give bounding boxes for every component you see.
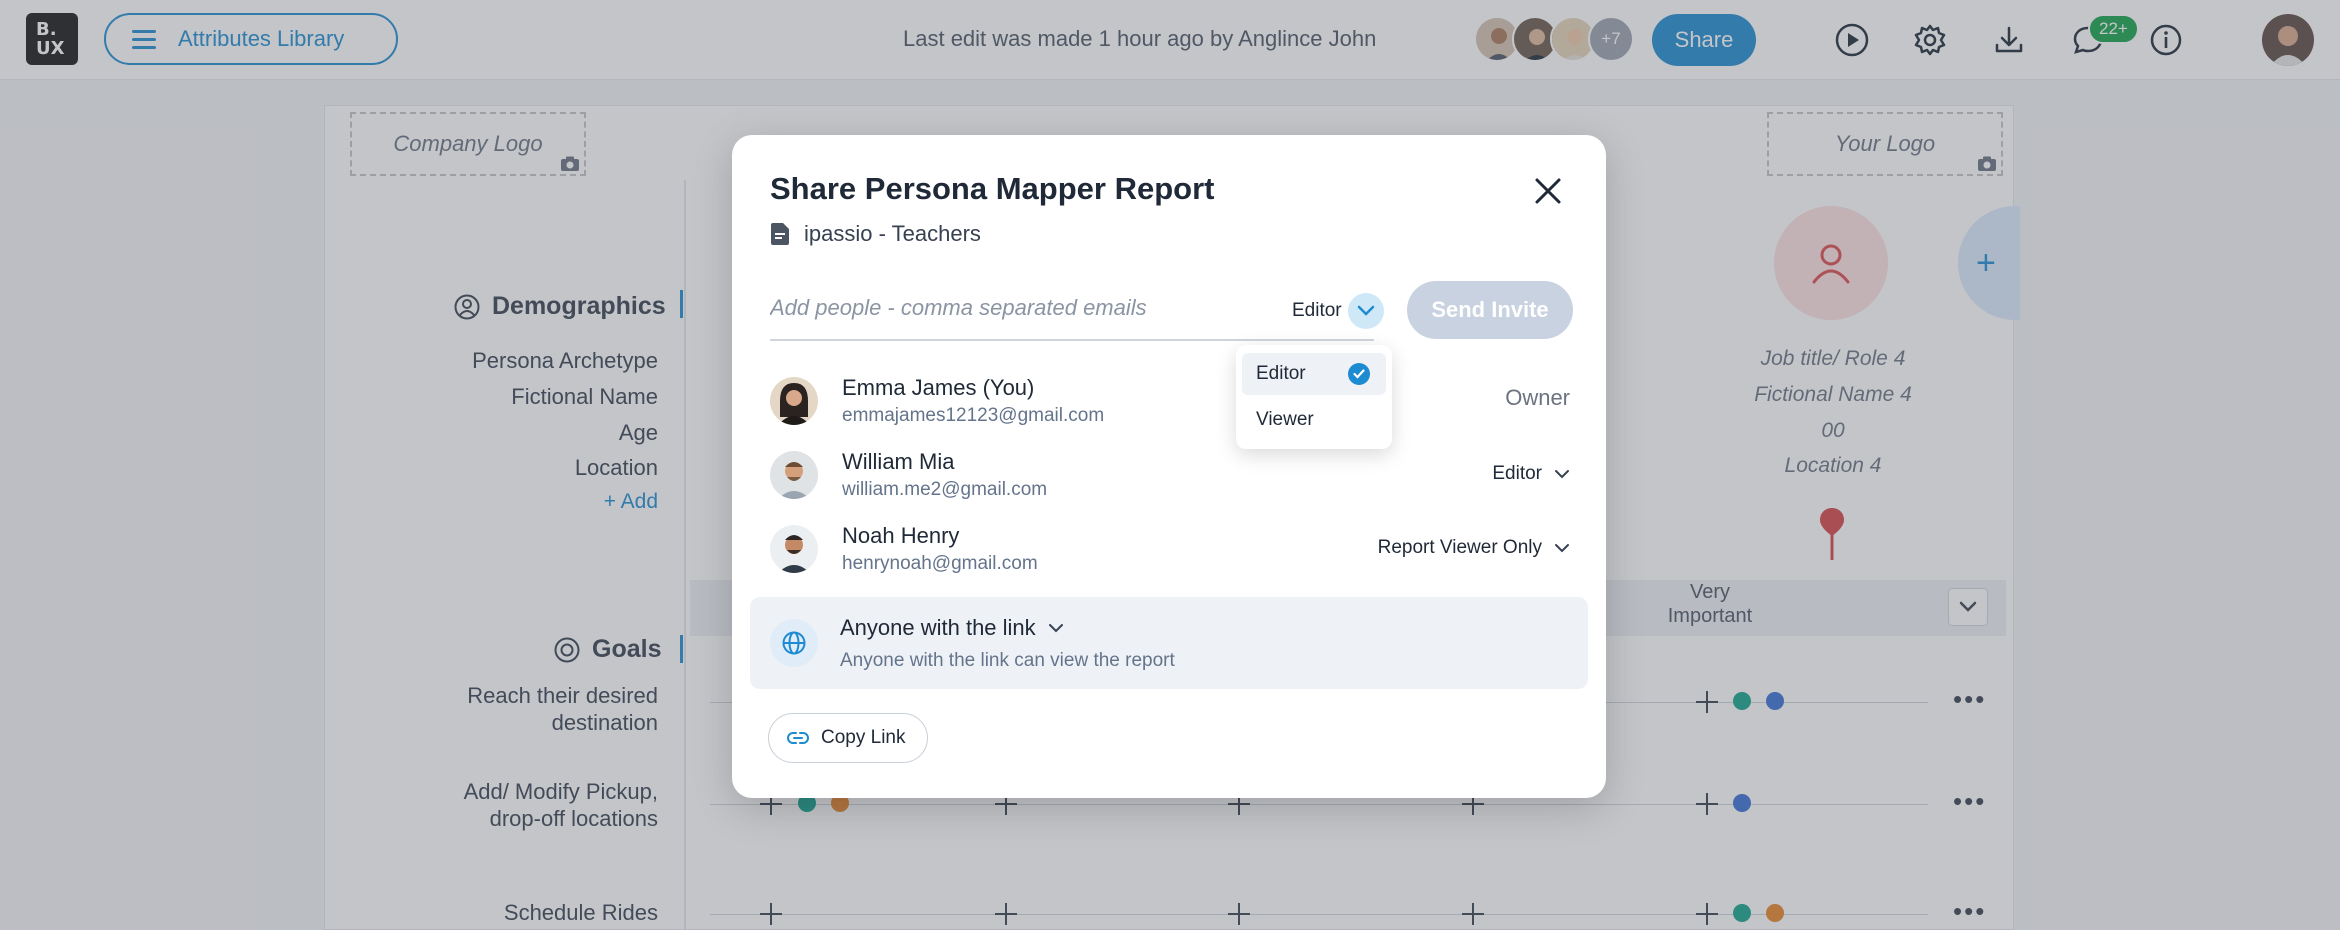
copy-link-button[interactable]: Copy Link [768,713,928,763]
chevron-down-icon [1347,293,1384,329]
check-icon [1348,363,1370,385]
link-icon [787,732,809,744]
role-option-viewer[interactable]: Viewer [1242,399,1386,441]
chevron-down-icon [1555,470,1569,479]
person-name: William Mia [842,449,955,474]
person-role-select[interactable]: Report Viewer Only [1378,537,1570,559]
invite-field-row: Editor [770,285,1384,341]
person-email: william.me2@gmail.com [842,479,1048,500]
invite-role-value: Editor [1292,300,1342,321]
invite-role-select[interactable]: Editor [1292,293,1384,329]
document-icon [771,223,789,245]
chevron-down-icon [1555,544,1569,553]
person-row: William Mia william.me2@gmail.com Editor [770,447,1570,503]
close-icon [1535,178,1561,204]
role-option-label: Viewer [1256,409,1314,430]
person-role-select[interactable]: Editor [1492,463,1570,485]
globe-icon [770,619,818,667]
person-email: henrynoah@gmail.com [842,553,1038,574]
share-report-dialog: Share Persona Mapper Report ipassio - Te… [732,135,1606,798]
person-role-owner: Owner [1505,385,1570,410]
avatar [770,377,818,425]
link-access-select[interactable]: Anyone with the link [840,615,1064,641]
role-dropdown-menu: Editor Viewer [1236,345,1392,449]
send-invite-button[interactable]: Send Invite [1407,281,1573,339]
person-name: Noah Henry [842,523,960,548]
dialog-title: Share Persona Mapper Report [770,171,1215,206]
close-button[interactable] [1532,175,1564,207]
link-access-title: Anyone with the link [840,615,1036,640]
role-option-label: Editor [1256,363,1306,384]
document-name: ipassio - Teachers [804,221,981,246]
avatar [770,525,818,573]
avatar [770,451,818,499]
person-email: emmajames12123@gmail.com [842,405,1105,426]
person-row: Noah Henry henrynoah@gmail.com Report Vi… [770,521,1570,577]
document-label: ipassio - Teachers [770,221,981,247]
person-row: Emma James (You) emmajames12123@gmail.co… [770,373,1570,429]
invite-email-input[interactable] [770,295,1250,321]
link-access-panel: Anyone with the link Anyone with the lin… [750,597,1588,689]
person-role-value: Report Viewer Only [1377,537,1542,558]
person-name: Emma James (You) [842,375,1035,400]
person-role-value: Editor [1492,463,1542,484]
role-option-editor[interactable]: Editor [1242,353,1386,395]
chevron-down-icon [1048,624,1063,633]
copy-link-label: Copy Link [821,727,906,748]
link-access-description: Anyone with the link can view the report [840,650,1175,671]
